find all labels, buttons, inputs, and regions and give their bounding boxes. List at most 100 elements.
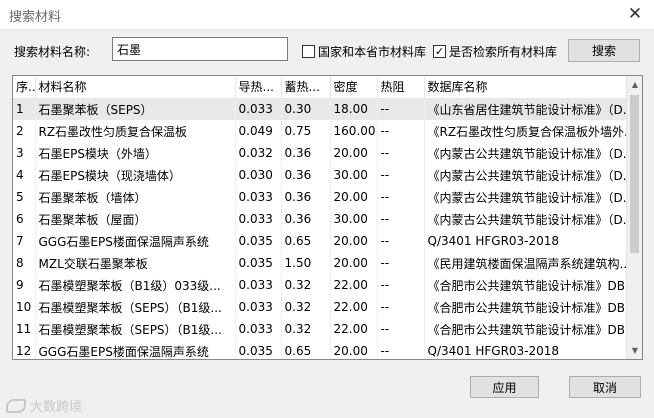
cell-thermal-resistance: -- — [377, 318, 425, 340]
cell-heat-storage: 0.75 — [281, 120, 331, 142]
table-row[interactable]: 12 GGG石墨EPS楼面保温隔声系统 0.035 0.65 20.00 -- Q/3401… — [13, 340, 628, 359]
search-input[interactable] — [112, 37, 288, 61]
column-header-density[interactable]: 密度 — [330, 76, 378, 99]
cell-index: 10 — [13, 296, 36, 318]
cell-database-name: 《合肥市公共建筑节能设计标准》DB... — [424, 296, 628, 318]
checkbox-national-province-box[interactable] — [302, 45, 315, 58]
cell-thermal-resistance: -- — [377, 186, 425, 208]
checkbox-search-all[interactable]: ✓ 是否检索所有材料库 — [433, 43, 557, 60]
cell-heat-storage: 0.65 — [281, 230, 331, 252]
cell-database-name: 《合肥市公共建筑节能设计标准》DB... — [424, 318, 628, 340]
cell-thermal-conductivity: 0.033 — [235, 186, 282, 208]
checkbox-search-all-box[interactable]: ✓ — [433, 45, 446, 58]
cell-density: 20.00 — [330, 252, 378, 274]
cell-thermal-resistance: -- — [377, 296, 425, 318]
cell-database-name: 《内蒙古公共建筑节能设计标准》（D... — [424, 164, 628, 186]
cell-thermal-conductivity: 0.035 — [235, 252, 282, 274]
cell-index: 1 — [13, 98, 36, 120]
cell-material-name: 石墨聚苯板（墙体） — [35, 186, 236, 208]
cell-density: 22.00 — [330, 274, 378, 296]
materials-table[interactable]: 序... 材料名称 导热... 蓄热... 密度 热阻 数据库名称 1石墨聚苯板… — [12, 75, 643, 360]
cell-density: 30.00 — [330, 208, 378, 230]
cancel-button[interactable]: 取消 — [569, 376, 641, 398]
cell-material-name: 石墨聚苯板（屋面） — [35, 208, 236, 230]
scroll-down-icon[interactable]: ▼ — [627, 342, 642, 359]
table-row[interactable]: 11 石墨模塑聚苯板（SEPS）（B1级... 0.033 0.32 22.00 -- 《合… — [13, 318, 628, 340]
table-row[interactable]: 9 石墨模塑聚苯板（B1级）033级... 0.033 0.32 22.00 -- 《合肥市… — [13, 274, 628, 296]
table-body: 1 石墨聚苯板（SEPS） 0.033 0.30 18.00 -- 《山东省居住建筑节能设计… — [13, 98, 628, 359]
cell-density: 160.00 — [330, 120, 378, 142]
checkbox-search-all-label: 是否检索所有材料库 — [449, 45, 558, 59]
table-row[interactable]: 7 GGG石墨EPS楼面保温隔声系统 0.035 0.65 20.00 -- Q/3401 … — [13, 230, 628, 252]
cell-material-name: 石墨EPS模块（外墙） — [35, 142, 236, 164]
cell-material-name: 石墨模塑聚苯板（B1级）033级... — [35, 274, 236, 296]
cell-density: 30.00 — [330, 164, 378, 186]
scrollbar-thumb[interactable] — [630, 95, 639, 253]
cell-index: 5 — [13, 186, 36, 208]
table-header-row: 序... 材料名称 导热... 蓄热... 密度 热阻 数据库名称 — [13, 76, 628, 99]
table-row[interactable]: 5 石墨聚苯板（墙体） 0.033 0.36 20.00 -- 《内蒙古公共建筑节能设计标准… — [13, 186, 628, 208]
cell-index: 11 — [13, 318, 36, 340]
column-header-thermal-conductivity[interactable]: 导热... — [235, 76, 282, 99]
scroll-up-icon[interactable]: ▲ — [627, 76, 642, 93]
cell-thermal-conductivity: 0.035 — [235, 340, 282, 359]
cell-thermal-conductivity: 0.033 — [235, 208, 282, 230]
column-header-material-name[interactable]: 材料名称 — [35, 76, 236, 99]
cell-database-name: 《内蒙古公共建筑节能设计标准》（D... — [424, 142, 628, 164]
search-label: 搜索材料名称: — [14, 45, 91, 59]
cell-database-name: 《山东省居住建筑节能设计标准》（D... — [424, 98, 628, 120]
cell-density: 18.00 — [330, 98, 378, 120]
column-header-thermal-resistance[interactable]: 热阻 — [377, 76, 425, 99]
cell-thermal-resistance: -- — [377, 208, 425, 230]
cell-heat-storage: 1.50 — [281, 252, 331, 274]
cell-heat-storage: 0.36 — [281, 142, 331, 164]
cell-thermal-conductivity: 0.049 — [235, 120, 282, 142]
cell-index: 12 — [13, 340, 36, 359]
cell-index: 9 — [13, 274, 36, 296]
checkbox-national-province[interactable]: 国家和本省市材料库 — [302, 43, 426, 60]
title-bar: 搜索材料 ✕ — [0, 0, 654, 30]
cell-heat-storage: 0.32 — [281, 274, 331, 296]
cell-density: 20.00 — [330, 186, 378, 208]
cell-heat-storage: 0.30 — [281, 98, 331, 120]
table-row[interactable]: 6 石墨聚苯板（屋面） 0.033 0.36 30.00 -- 《内蒙古公共建筑节能设计标准… — [13, 208, 628, 230]
cell-index: 4 — [13, 164, 36, 186]
cell-material-name: GGG石墨EPS楼面保温隔声系统 — [35, 340, 236, 359]
search-button[interactable]: 搜索 — [568, 39, 640, 62]
cell-thermal-resistance: -- — [377, 142, 425, 164]
cell-heat-storage: 0.36 — [281, 164, 331, 186]
checkbox-national-province-label: 国家和本省市材料库 — [318, 45, 427, 59]
cell-material-name: 石墨聚苯板（SEPS） — [35, 98, 236, 120]
cell-heat-storage: 0.36 — [281, 186, 331, 208]
cell-database-name: Q/3401 HFGR03-2018 — [424, 340, 628, 359]
table-row[interactable]: 4 石墨EPS模块（现浇墙体） 0.030 0.36 30.00 -- 《内蒙古公共建筑节能… — [13, 164, 628, 186]
cell-thermal-conductivity: 0.035 — [235, 230, 282, 252]
column-header-heat-storage[interactable]: 蓄热... — [281, 76, 331, 99]
cell-database-name: Q/3401 HFGR03-2018 — [424, 230, 628, 252]
column-header-database-name[interactable]: 数据库名称 — [424, 76, 628, 99]
cell-density: 22.00 — [330, 296, 378, 318]
cell-heat-storage: 0.65 — [281, 340, 331, 359]
cell-density: 20.00 — [330, 340, 378, 359]
table-row[interactable]: 3 石墨EPS模块（外墙） 0.032 0.36 20.00 -- 《内蒙古公共建筑节能设计… — [13, 142, 628, 164]
cell-thermal-resistance: -- — [377, 164, 425, 186]
cell-heat-storage: 0.36 — [281, 208, 331, 230]
table-row[interactable]: 10 石墨模塑聚苯板（SEPS）（B1级... 0.033 0.32 22.00 -- 《合… — [13, 296, 628, 318]
cell-index: 2 — [13, 120, 36, 142]
table-row[interactable]: 1 石墨聚苯板（SEPS） 0.033 0.30 18.00 -- 《山东省居住建筑节能设计… — [13, 98, 628, 120]
cell-heat-storage: 0.32 — [281, 318, 331, 340]
cell-material-name: MZL交联石墨聚苯板 — [35, 252, 236, 274]
cell-index: 3 — [13, 142, 36, 164]
cell-thermal-resistance: -- — [377, 230, 425, 252]
cell-thermal-conductivity: 0.033 — [235, 296, 282, 318]
table-row[interactable]: 2 RZ石墨改性匀质复合保温板 0.049 0.75 160.00 -- 《RZ石墨改性匀质… — [13, 120, 628, 142]
cell-thermal-resistance: -- — [377, 252, 425, 274]
table-row[interactable]: 8 MZL交联石墨聚苯板 0.035 1.50 20.00 -- 《民用建筑楼面保温隔声系统… — [13, 252, 628, 274]
vertical-scrollbar[interactable]: ▲ ▼ — [626, 76, 642, 359]
close-icon[interactable]: ✕ — [622, 2, 648, 26]
column-header-index[interactable]: 序... — [13, 76, 36, 99]
apply-button[interactable]: 应用 — [470, 376, 539, 398]
cell-material-name: GGG石墨EPS楼面保温隔声系统 — [35, 230, 236, 252]
cell-index: 6 — [13, 208, 36, 230]
cell-thermal-resistance: -- — [377, 120, 425, 142]
